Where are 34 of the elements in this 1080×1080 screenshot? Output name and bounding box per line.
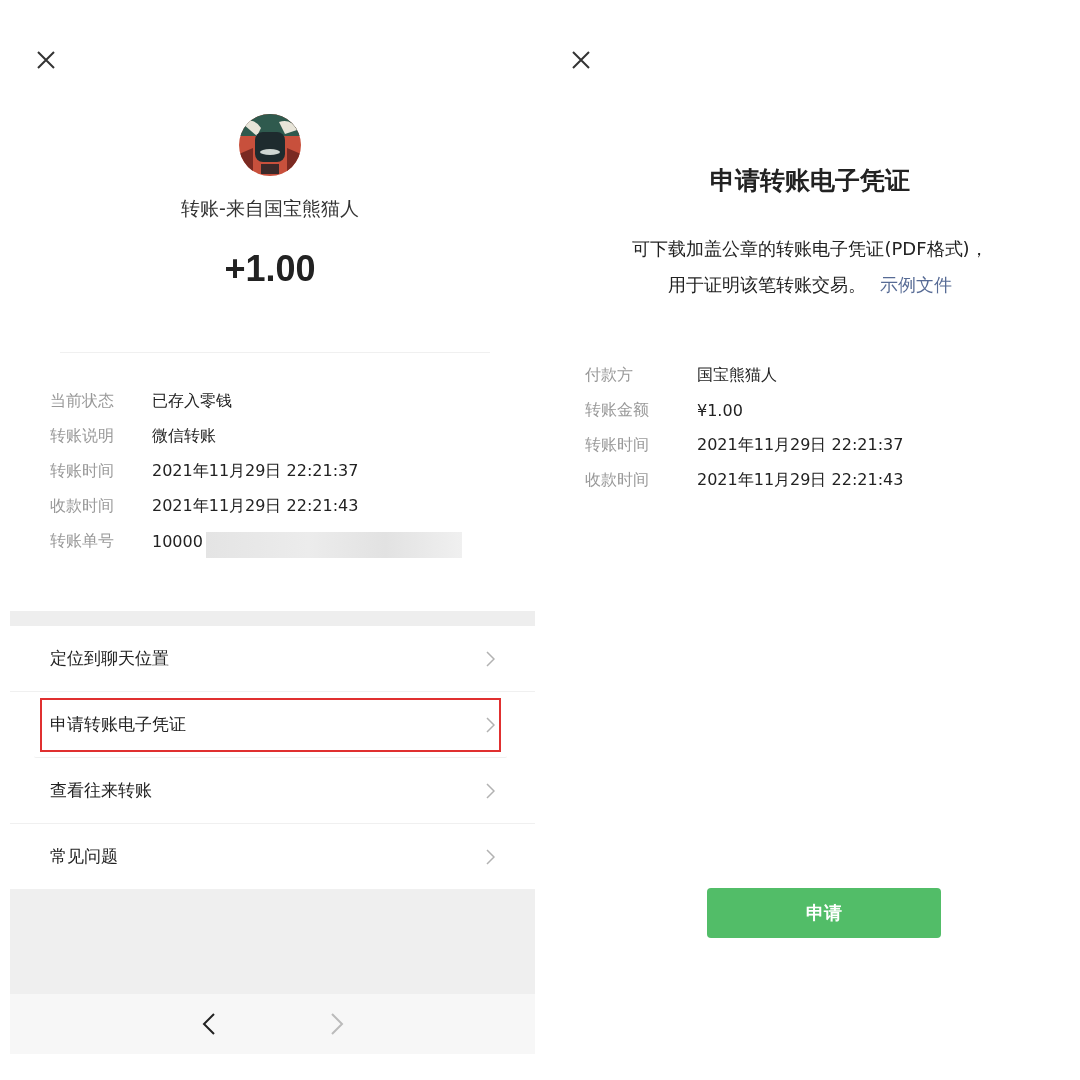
transfer-title: 转账-来自国宝熊猫人 — [180, 196, 360, 221]
detail-value: ¥1.00 — [697, 400, 743, 420]
detail-label: 转账单号 — [50, 530, 115, 552]
description-text: 用于证明该笔转账交易。 — [668, 274, 866, 295]
back-icon[interactable] — [201, 1013, 216, 1035]
detail-label: 转账时间 — [50, 460, 115, 482]
voucher-title: 申请转账电子凭证 — [709, 165, 911, 197]
chevron-right-icon — [486, 650, 495, 667]
transfer-amount: +1.00 — [223, 248, 317, 290]
detail-label: 转账金额 — [585, 399, 650, 421]
detail-value: 10000 — [152, 531, 203, 551]
detail-label: 收款时间 — [50, 495, 115, 517]
menu-item[interactable]: 查看往来转账 — [10, 758, 535, 824]
detail-value: 2021年11月29日 22:21:43 — [152, 495, 359, 515]
detail-value: 已存入零钱 — [152, 390, 232, 410]
detail-label: 收款时间 — [585, 469, 650, 491]
close-icon[interactable] — [571, 50, 591, 70]
detail-value: 2021年11月29日 22:21:37 — [152, 460, 359, 480]
sample-file-link[interactable]: 示例文件 — [880, 274, 952, 295]
chevron-right-icon — [486, 716, 495, 733]
detail-value: 国宝熊猫人 — [697, 364, 777, 386]
chevron-right-icon — [486, 782, 495, 799]
chevron-right-icon — [486, 848, 495, 865]
detail-label: 当前状态 — [50, 390, 115, 412]
detail-label: 转账说明 — [50, 425, 115, 447]
menu-item[interactable]: 申请转账电子凭证 — [34, 692, 507, 758]
close-icon[interactable] — [36, 50, 56, 70]
detail-value: 2021年11月29日 22:21:37 — [697, 434, 904, 456]
detail-value: 微信转账 — [152, 425, 216, 445]
description-text: 可下载加盖公章的转账电子凭证(PDF格式)， — [631, 237, 989, 261]
detail-value: 2021年11月29日 22:21:43 — [697, 469, 904, 491]
menu-item[interactable]: 定位到聊天位置 — [10, 626, 535, 692]
detail-label: 转账时间 — [585, 434, 650, 456]
detail-label: 付款方 — [585, 364, 634, 386]
